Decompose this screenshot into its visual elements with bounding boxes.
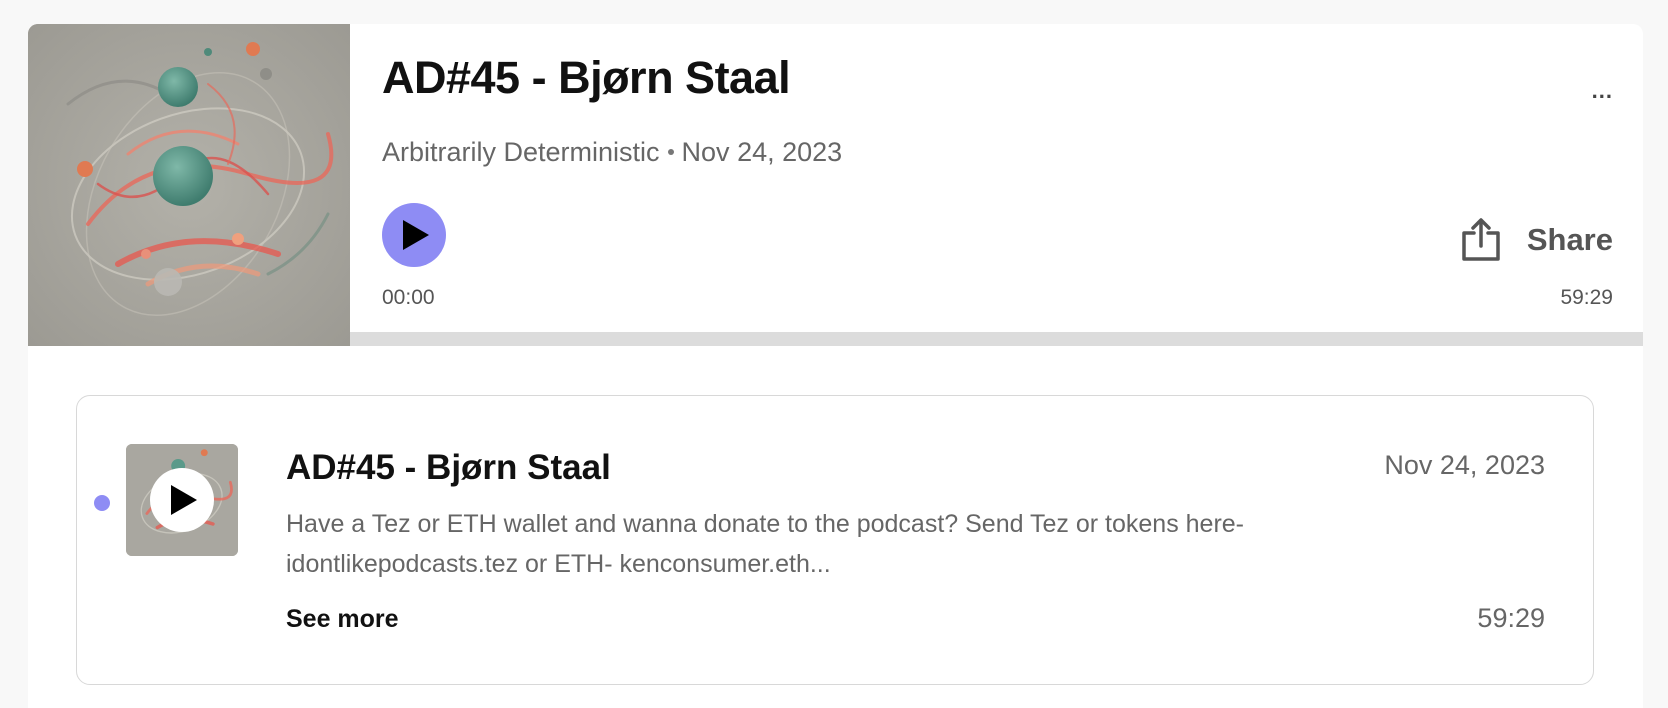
episode-player: AD#45 - Bjørn Staal ... Arbitrarily Dete… [28, 24, 1643, 346]
release-date: Nov 24, 2023 [681, 137, 843, 167]
episode-cover-art [28, 24, 350, 346]
unplayed-indicator [94, 495, 110, 511]
episode-item-title[interactable]: AD#45 - Bjørn Staal [286, 448, 611, 488]
play-icon [403, 220, 429, 250]
episode-item-date: Nov 24, 2023 [1384, 450, 1545, 480]
episode-item-duration: 59:29 [1477, 603, 1545, 633]
more-options-icon[interactable]: ... [1592, 80, 1613, 102]
play-icon [171, 485, 197, 515]
meta-separator [667, 148, 674, 155]
share-label: Share [1526, 222, 1613, 257]
play-button[interactable] [382, 203, 446, 267]
progress-bar[interactable] [350, 332, 1643, 346]
episode-meta: Arbitrarily Deterministic Nov 24, 2023 [382, 137, 842, 168]
episode-item-description: Have a Tez or ETH wallet and wanna donat… [286, 510, 1244, 578]
show-name-link[interactable]: Arbitrarily Deterministic [382, 137, 660, 167]
current-time: 00:00 [382, 286, 435, 309]
share-button[interactable]: Share [1461, 218, 1613, 262]
episode-list-item[interactable]: AD#45 - Bjørn Staal Nov 24, 2023 Have a … [76, 395, 1594, 685]
total-time: 59:29 [1560, 286, 1613, 309]
episode-title: AD#45 - Bjørn Staal [382, 52, 791, 103]
episode-list: AD#45 - Bjørn Staal Nov 24, 2023 Have a … [28, 346, 1643, 708]
artwork-image [28, 24, 350, 346]
thumbnail-play-button[interactable] [150, 468, 214, 532]
episode-thumbnail[interactable] [126, 444, 238, 556]
share-icon [1462, 218, 1500, 261]
see-more-link[interactable]: See more [286, 605, 399, 634]
